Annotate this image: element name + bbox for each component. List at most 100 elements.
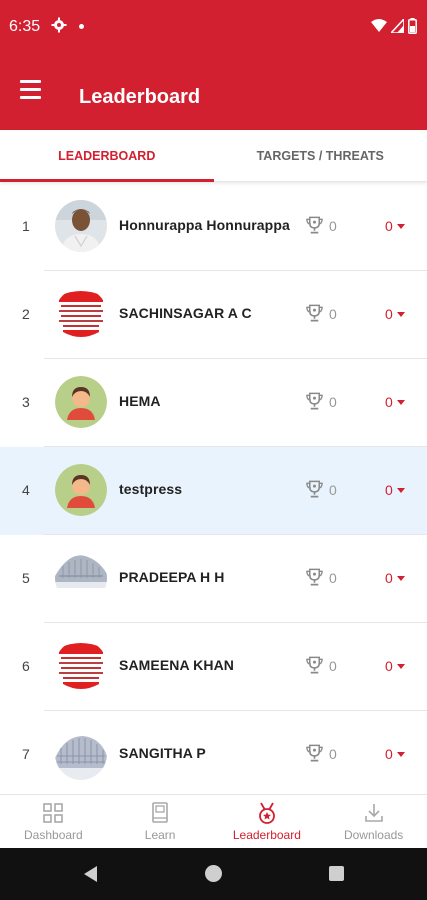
menu-button[interactable] bbox=[16, 80, 46, 106]
leaderboard-list: 1 Honnurappa Honnurappa 0 0 2 SACHINSAGA… bbox=[0, 183, 427, 799]
avatar bbox=[55, 464, 107, 516]
leaderboard-row[interactable]: 7 SANGITHA P 0 0 bbox=[0, 711, 427, 799]
rank-change-dropdown[interactable]: 0 bbox=[385, 658, 405, 674]
tab-targets-threats[interactable]: TARGETS / THREATS bbox=[214, 130, 427, 181]
badge-avatar-icon bbox=[55, 640, 107, 692]
rank-number: 7 bbox=[22, 746, 30, 762]
rank-change-value: 0 bbox=[385, 482, 393, 498]
avatar bbox=[55, 552, 107, 604]
caret-down-icon bbox=[396, 664, 405, 669]
user-name: SACHINSAGAR A C bbox=[119, 305, 252, 321]
trophy-icon bbox=[306, 568, 323, 586]
user-name: testpress bbox=[119, 481, 183, 497]
leaderboard-row[interactable]: 3 HEMA 0 0 bbox=[0, 359, 427, 447]
header: 6:35 Leaderboard bbox=[0, 0, 427, 130]
download-icon bbox=[364, 804, 383, 822]
trophy-count: 0 bbox=[329, 570, 337, 586]
nav-leaderboard[interactable]: Leaderboard bbox=[214, 795, 321, 848]
photo-avatar-icon bbox=[55, 200, 107, 252]
trophy-count: 0 bbox=[329, 482, 337, 498]
status-bar: 6:35 bbox=[0, 0, 427, 56]
trophy-count: 0 bbox=[329, 746, 337, 762]
battery-icon bbox=[408, 18, 417, 34]
caret-down-icon bbox=[396, 488, 405, 493]
nav-label: Downloads bbox=[343, 828, 404, 842]
user-name: HEMA bbox=[119, 393, 161, 409]
rank-number: 6 bbox=[22, 658, 30, 674]
system-navigation-bar bbox=[0, 848, 427, 900]
rank-change-value: 0 bbox=[385, 306, 393, 322]
trophy-icon bbox=[306, 216, 323, 234]
nav-dashboard[interactable]: Dashboard bbox=[0, 795, 107, 848]
avatar bbox=[55, 640, 107, 692]
leaderboard-row[interactable]: 1 Honnurappa Honnurappa 0 0 bbox=[0, 183, 427, 271]
avatar bbox=[55, 288, 107, 340]
caret-down-icon bbox=[396, 752, 405, 757]
bottom-navigation: Dashboard Learn Leaderboard Downloads bbox=[0, 794, 427, 848]
notification-dot-icon bbox=[79, 24, 84, 29]
trophy-count: 0 bbox=[329, 306, 337, 322]
rank-number: 2 bbox=[22, 306, 30, 322]
rank-change-value: 0 bbox=[385, 570, 393, 586]
rank-change-dropdown[interactable]: 0 bbox=[385, 746, 405, 762]
rank-change-value: 0 bbox=[385, 218, 393, 234]
user-name: PRADEEPA H H bbox=[119, 569, 225, 585]
trophy-icon bbox=[306, 744, 323, 762]
grid-icon bbox=[43, 803, 64, 823]
nav-label: Leaderboard bbox=[232, 828, 301, 842]
tab-leaderboard[interactable]: LEADERBOARD bbox=[0, 130, 214, 182]
trophy-count: 0 bbox=[329, 218, 337, 234]
trophy-icon bbox=[306, 480, 323, 498]
avatar bbox=[55, 376, 107, 428]
rank-change-dropdown[interactable]: 0 bbox=[385, 570, 405, 586]
user-name: SANGITHA P bbox=[119, 745, 206, 761]
nav-downloads[interactable]: Downloads bbox=[320, 795, 427, 848]
home-icon[interactable] bbox=[205, 865, 222, 882]
nav-label: Dashboard bbox=[24, 828, 83, 842]
rank-number: 3 bbox=[22, 394, 30, 410]
caret-down-icon bbox=[396, 224, 405, 229]
default-avatar-icon bbox=[55, 376, 107, 428]
caret-down-icon bbox=[396, 400, 405, 405]
default-avatar-icon bbox=[55, 464, 107, 516]
leaderboard-row[interactable]: 5 PRADEEPA H H 0 0 bbox=[0, 535, 427, 623]
leaderboard-row-current-user[interactable]: 4 testpress 0 0 bbox=[0, 447, 427, 535]
caret-down-icon bbox=[396, 312, 405, 317]
book-icon bbox=[152, 802, 168, 823]
app-screen: 6:35 Leaderboard LEADERBOARD TARGETS / T… bbox=[0, 0, 427, 900]
caret-down-icon bbox=[396, 576, 405, 581]
nav-label: Learn bbox=[144, 828, 176, 842]
recent-apps-icon[interactable] bbox=[329, 866, 344, 881]
status-time: 6:35 bbox=[9, 18, 41, 35]
rank-number: 1 bbox=[22, 218, 30, 234]
avatar bbox=[55, 200, 107, 252]
rank-number: 5 bbox=[22, 570, 30, 586]
back-icon[interactable] bbox=[82, 865, 100, 883]
tab-bar: LEADERBOARD TARGETS / THREATS bbox=[0, 130, 427, 182]
gear-icon bbox=[51, 17, 67, 33]
leaderboard-row[interactable]: 6 SAMEENA KHAN 0 0 bbox=[0, 623, 427, 711]
wifi-icon bbox=[371, 19, 387, 32]
user-name: SAMEENA KHAN bbox=[119, 657, 235, 673]
avatar bbox=[55, 728, 107, 780]
rank-change-dropdown[interactable]: 0 bbox=[385, 394, 405, 410]
trophy-icon bbox=[306, 656, 323, 674]
building-avatar-icon bbox=[55, 728, 107, 780]
medal-icon bbox=[258, 802, 275, 824]
rank-change-dropdown[interactable]: 0 bbox=[385, 218, 405, 234]
status-icons bbox=[371, 17, 417, 35]
app-bar: Leaderboard bbox=[0, 56, 427, 130]
trophy-icon bbox=[306, 304, 323, 322]
rank-change-dropdown[interactable]: 0 bbox=[385, 306, 405, 322]
rank-change-value: 0 bbox=[385, 658, 393, 674]
rank-change-value: 0 bbox=[385, 394, 393, 410]
nav-learn[interactable]: Learn bbox=[107, 795, 214, 848]
rank-number: 4 bbox=[22, 482, 30, 498]
page-title: Leaderboard bbox=[79, 86, 201, 108]
rank-change-value: 0 bbox=[385, 746, 393, 762]
trophy-count: 0 bbox=[329, 394, 337, 410]
signal-icon bbox=[391, 19, 404, 33]
leaderboard-row[interactable]: 2 SACHINSAGAR A C 0 0 bbox=[0, 271, 427, 359]
user-name: Honnurappa Honnurappa bbox=[119, 217, 290, 233]
rank-change-dropdown[interactable]: 0 bbox=[385, 482, 405, 498]
